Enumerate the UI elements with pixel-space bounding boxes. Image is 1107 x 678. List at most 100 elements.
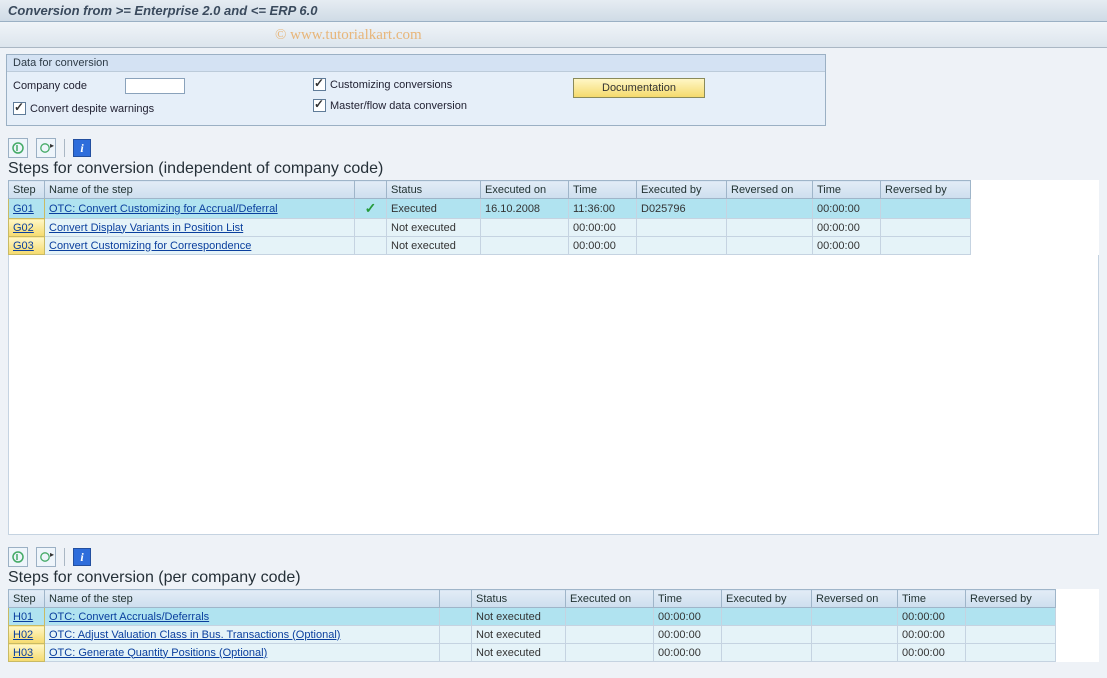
step-cell[interactable]: G02 (9, 219, 45, 237)
watermark-text: © www.tutorialkart.com (275, 27, 422, 44)
step-link[interactable]: G01 (13, 203, 34, 215)
reversed_by-cell (881, 237, 971, 255)
executed_on-cell (566, 644, 654, 662)
step-name-link[interactable]: OTC: Convert Accruals/Deferrals (49, 611, 209, 623)
col-reversed-by[interactable]: Reversed by (881, 181, 971, 199)
reversed_by-cell (881, 219, 971, 237)
step-cell[interactable]: H03 (9, 644, 45, 662)
convert-despite-warnings-label: Convert despite warnings (30, 103, 154, 115)
customizing-conversions-checkbox[interactable] (313, 78, 326, 91)
step-link[interactable]: H01 (13, 611, 33, 623)
executed_on-cell: 16.10.2008 (481, 199, 569, 219)
documentation-button[interactable]: Documentation (573, 78, 705, 98)
table-row[interactable]: G01 OTC: Convert Customizing for Accrual/… (9, 199, 971, 219)
application-toolbar: © www.tutorialkart.com (0, 22, 1107, 48)
status-icon-cell (355, 237, 387, 255)
table-header: Step Name of the step Status Executed on… (9, 181, 971, 199)
col-icon[interactable] (440, 590, 472, 608)
step-link[interactable]: G03 (13, 240, 34, 252)
col-reversed-on[interactable]: Reversed on (727, 181, 813, 199)
masterflow-conversion-label: Master/flow data conversion (330, 100, 467, 112)
masterflow-conversion-checkbox[interactable] (313, 99, 326, 112)
company-code-input[interactable] (125, 78, 185, 94)
status-icon-cell (440, 626, 472, 644)
status-cell: Not executed (472, 644, 566, 662)
time2-cell: 00:00:00 (898, 626, 966, 644)
execute-icon[interactable] (8, 547, 28, 567)
status-cell: Executed (387, 199, 481, 219)
executed_by-cell (722, 626, 812, 644)
col-icon[interactable] (355, 181, 387, 199)
status-cell: Not executed (387, 219, 481, 237)
reversed_by-cell (966, 644, 1056, 662)
step-link[interactable]: H03 (13, 647, 33, 659)
title-bar: Conversion from >= Enterprise 2.0 and <=… (0, 0, 1107, 22)
col-executed-on[interactable]: Executed on (566, 590, 654, 608)
steps-per-company-table: Step Name of the step Status Executed on… (8, 589, 1056, 662)
col-time1[interactable]: Time (569, 181, 637, 199)
section2-title: Steps for conversion (per company code) (8, 569, 1099, 587)
customizing-conversions-label: Customizing conversions (330, 79, 452, 91)
time2-cell: 00:00:00 (813, 199, 881, 219)
table-row[interactable]: H02 OTC: Adjust Valuation Class in Bus. T… (9, 626, 1056, 644)
col-time2[interactable]: Time (898, 590, 966, 608)
col-executed-by[interactable]: Executed by (722, 590, 812, 608)
data-for-conversion-group: Data for conversion Company code Convert… (6, 54, 826, 126)
table-header: Step Name of the step Status Executed on… (9, 590, 1056, 608)
time1-cell: 00:00:00 (654, 644, 722, 662)
status-cell: Not executed (472, 626, 566, 644)
step-cell[interactable]: G01 (9, 199, 45, 219)
col-reversed-on[interactable]: Reversed on (812, 590, 898, 608)
section1-toolbar: ▸ i (8, 136, 1099, 160)
col-status[interactable]: Status (472, 590, 566, 608)
step-name-link[interactable]: Convert Display Variants in Position Lis… (49, 222, 243, 234)
reversed_by-cell (881, 199, 971, 219)
executed_by-cell: D025796 (637, 199, 727, 219)
name-cell[interactable]: OTC: Generate Quantity Positions (Option… (45, 644, 440, 662)
execute-icon[interactable] (8, 138, 28, 158)
status-cell: Not executed (387, 237, 481, 255)
info-icon[interactable]: i (73, 139, 91, 157)
table-row[interactable]: G02 Convert Display Variants in Position … (9, 219, 971, 237)
step-name-link[interactable]: OTC: Convert Customizing for Accrual/Def… (49, 203, 278, 215)
col-reversed-by[interactable]: Reversed by (966, 590, 1056, 608)
step-name-link[interactable]: OTC: Adjust Valuation Class in Bus. Tran… (49, 629, 340, 641)
col-step[interactable]: Step (9, 181, 45, 199)
name-cell[interactable]: Convert Customizing for Correspondence (45, 237, 355, 255)
table-row[interactable]: H03 OTC: Generate Quantity Positions (Opt… (9, 644, 1056, 662)
executed_by-cell (637, 237, 727, 255)
convert-despite-warnings-checkbox[interactable] (13, 102, 26, 115)
step-name-link[interactable]: OTC: Generate Quantity Positions (Option… (49, 647, 267, 659)
status-icon-cell: ✓ (355, 199, 387, 219)
reversed_on-cell (727, 199, 813, 219)
col-name[interactable]: Name of the step (45, 590, 440, 608)
status-icon-cell (355, 219, 387, 237)
name-cell[interactable]: OTC: Adjust Valuation Class in Bus. Tran… (45, 626, 440, 644)
executed_on-cell (566, 626, 654, 644)
section2-toolbar: ▸ i (8, 545, 1099, 569)
time2-cell: 00:00:00 (898, 644, 966, 662)
col-name[interactable]: Name of the step (45, 181, 355, 199)
step-name-link[interactable]: Convert Customizing for Correspondence (49, 240, 251, 252)
name-cell[interactable]: OTC: Convert Customizing for Accrual/Def… (45, 199, 355, 219)
name-cell[interactable]: Convert Display Variants in Position Lis… (45, 219, 355, 237)
col-step[interactable]: Step (9, 590, 45, 608)
status-icon-cell (440, 644, 472, 662)
section1-title: Steps for conversion (independent of com… (8, 160, 1099, 178)
step-link[interactable]: H02 (13, 629, 33, 641)
time2-cell: 00:00:00 (813, 219, 881, 237)
col-time2[interactable]: Time (813, 181, 881, 199)
documentation-button-label: Documentation (602, 82, 676, 94)
step-cell[interactable]: G03 (9, 237, 45, 255)
col-time1[interactable]: Time (654, 590, 722, 608)
step-cell[interactable]: H02 (9, 626, 45, 644)
step-link[interactable]: G02 (13, 222, 34, 234)
col-status[interactable]: Status (387, 181, 481, 199)
info-icon[interactable]: i (73, 548, 91, 566)
col-executed-on[interactable]: Executed on (481, 181, 569, 199)
execute-back-icon[interactable]: ▸ (36, 547, 56, 567)
table-row[interactable]: G03 Convert Customizing for Correspondenc… (9, 237, 971, 255)
col-executed-by[interactable]: Executed by (637, 181, 727, 199)
groupbox-title: Data for conversion (7, 55, 825, 72)
execute-back-icon[interactable]: ▸ (36, 138, 56, 158)
